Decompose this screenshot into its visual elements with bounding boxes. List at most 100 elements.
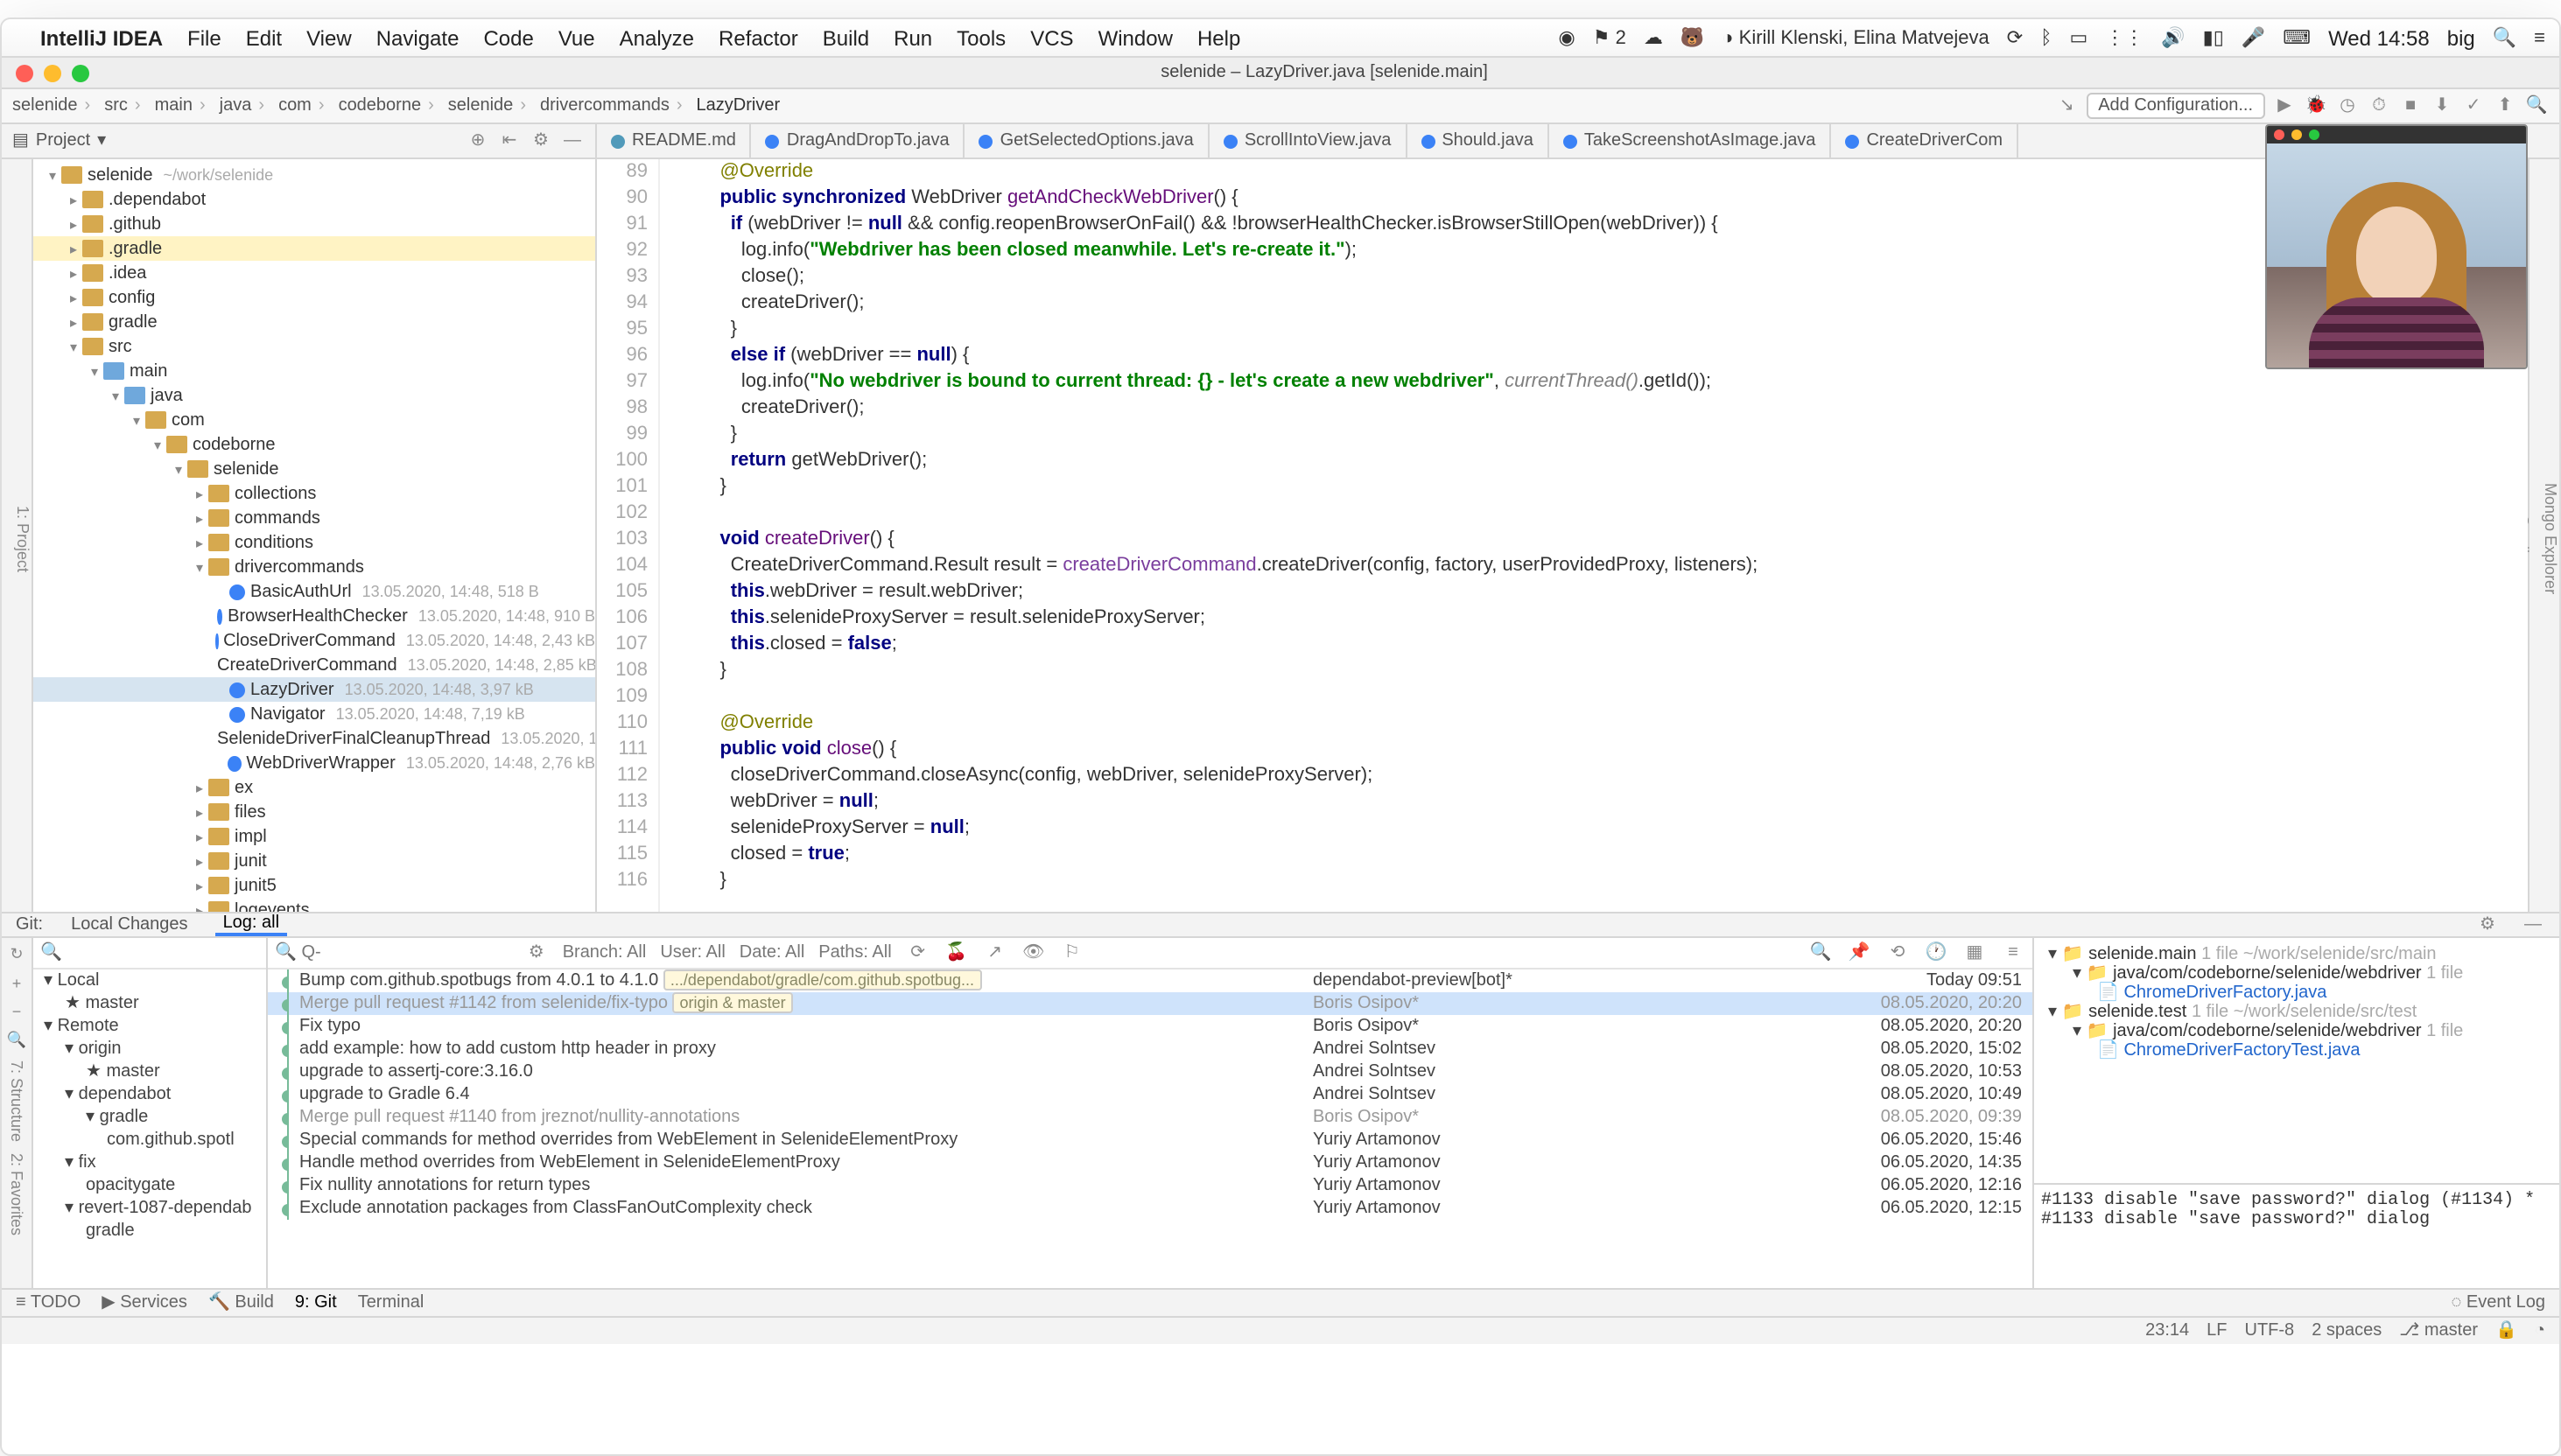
menu-window[interactable]: Window [1098,25,1173,50]
git-tab[interactable]: Local Changes [64,915,194,934]
clock-icon[interactable]: 🕐 [1924,941,1948,965]
tool-tab[interactable]: 🔨 Build [208,1293,274,1312]
branches-pane[interactable]: 🔍 ▾ Local★ master▾ Remote▾ origin★ maste… [33,938,268,1288]
bluetooth-icon[interactable]: ᛒ [2040,27,2052,48]
tree-item[interactable]: BrowserHealthChecker13.05.2020, 14:48, 9… [33,604,595,628]
menu-edit[interactable]: Edit [246,25,282,50]
chevron-icon[interactable]: ▾ [86,363,103,379]
grid-icon[interactable]: ▦ [1962,941,1987,965]
project-pane-header[interactable]: ▤Project▾ ⊕ ⇤ ⚙ — [2,124,597,158]
chevron-icon[interactable]: ▸ [191,510,208,526]
tree-item[interactable]: ▸.dependabot [33,187,595,212]
tree-item[interactable]: CreateDriverCommand13.05.2020, 14:48, 2,… [33,653,595,677]
volume-icon[interactable]: 🔊 [2161,26,2185,49]
search-icon[interactable]: 🔍 [2524,94,2549,118]
branch-item[interactable]: ★ master [33,992,266,1015]
breadcrumb-item[interactable]: selenide [12,96,97,116]
change-item[interactable]: 📄 ChromeDriverFactory.java [2041,984,2552,1003]
breadcrumb-item[interactable]: codeborne [339,96,441,116]
commit-log[interactable]: 🔍 Q- ⚙ Branch: All User: All Date: All P… [268,938,2034,1288]
run-config-dropdown[interactable]: Add Configuration... [2086,93,2265,119]
inspector-icon[interactable]: ◔ [2535,1321,2545,1340]
chevron-icon[interactable]: ▸ [65,216,82,232]
filter-user[interactable]: User: All [660,943,725,962]
tree-item[interactable]: ▸junit [33,849,595,873]
commit-row[interactable]: Merge pull request #1140 from jreznot/nu… [268,1106,2032,1129]
shield-icon[interactable]: ◉ [1559,26,1575,49]
build-hammer-icon[interactable]: ↘ [2054,94,2079,118]
branch-item[interactable]: ▾ dependabot [33,1083,266,1106]
encoding[interactable]: UTF-8 [2245,1321,2295,1340]
commit-row[interactable]: Special commands for method overrides fr… [268,1129,2032,1152]
structure-tab[interactable]: 7: Structure [8,1060,25,1142]
breadcrumb-item[interactable]: java [220,96,271,116]
tree-item[interactable]: Navigator13.05.2020, 14:48, 7,19 kB [33,702,595,726]
change-item[interactable]: 📄 ChromeDriverFactoryTest.java [2041,1041,2552,1060]
tree-item[interactable]: ▸gradle [33,310,595,334]
tree-item[interactable]: BasicAuthUrl13.05.2020, 14:48, 518 B [33,579,595,604]
branch-item[interactable]: ▾ revert-1087-dependab [33,1197,266,1220]
project-tab[interactable]: 1: Project [14,506,32,572]
commit-row[interactable]: Fix typo Boris Osipov* 08.05.2020, 20:20 [268,1015,2032,1038]
breadcrumb-item[interactable]: com [278,96,332,116]
menu-code[interactable]: Code [483,25,533,50]
chevron-icon[interactable]: ▸ [191,780,208,795]
gear-icon[interactable]: ⚙ [2475,913,2500,937]
tree-item[interactable]: ▸logevents [33,898,595,912]
branch-item[interactable]: ▾ gradle [33,1106,266,1129]
spotlight-icon[interactable]: 🔍 [2493,26,2516,49]
favorites-tab[interactable]: 2: Favorites [8,1152,25,1235]
filter-paths[interactable]: Paths: All [818,943,891,962]
tree-item[interactable]: WebDriverWrapper13.05.2020, 14:48, 2,76 … [33,751,595,775]
filter-gear-icon[interactable]: ⚙ [524,941,549,965]
bear-icon[interactable]: 🐻 [1680,26,1704,49]
git-tab[interactable]: Log: all [216,914,287,936]
pin-icon[interactable]: 📌 [1847,941,1871,965]
branch-item[interactable]: ▾ origin [33,1038,266,1060]
tree-item[interactable]: ▾src [33,334,595,359]
tree-item[interactable]: ▸.github [33,212,595,236]
chevron-icon[interactable]: ▸ [191,829,208,844]
menu-refactor[interactable]: Refactor [719,25,798,50]
cloud-icon[interactable]: ☁ [1644,26,1663,49]
tree-item[interactable]: ▸impl [33,824,595,849]
changes-pane[interactable]: ▾ 📁 selenide.main 1 file ~/work/selenide… [2034,938,2559,1288]
collapse-icon[interactable]: ⇤ [497,129,522,153]
menu-view[interactable]: View [306,25,352,50]
chevron-icon[interactable]: ▾ [107,388,124,403]
branch-item[interactable]: ▾ Local [33,970,266,992]
left-tool-gutter[interactable]: 1: Project [2,159,33,912]
commit-row[interactable]: Handle method overrides from WebElement … [268,1152,2032,1174]
tree-item[interactable]: ▸files [33,800,595,824]
menu-vue[interactable]: Vue [558,25,595,50]
chevron-icon[interactable]: ▸ [65,192,82,207]
chevron-icon[interactable]: ▸ [65,241,82,256]
change-item[interactable]: ▾ 📁 java/com/codeborne/selenide/webdrive… [2041,964,2552,984]
tree-item[interactable]: ▸conditions [33,530,595,555]
goto-icon[interactable]: ↗ [983,941,1007,965]
remove-icon[interactable]: − [12,1003,22,1020]
editor-tab[interactable]: GetSelectedOptions.java [965,124,1210,158]
chevron-icon[interactable]: ▸ [191,804,208,820]
code-editor[interactable]: 89 90 91 92 93 94 95 96 97 98 99 100 101… [597,159,2528,912]
target-icon[interactable]: ⊕ [466,129,490,153]
tree-item[interactable]: ▾java [33,383,595,408]
run-icon[interactable]: ▶ [2272,94,2297,118]
tree-item[interactable]: SelenideDriverFinalCleanupThread13.05.20… [33,726,595,751]
filter-branch[interactable]: Branch: All [563,943,647,962]
history-icon[interactable]: ⟲ [1885,941,1910,965]
commit-row[interactable]: upgrade to assertj-core:3.16.0 Andrei So… [268,1060,2032,1083]
chevron-icon[interactable]: ▸ [191,878,208,893]
keyboard-icon[interactable]: ⌨ [2283,26,2311,49]
tool-tab[interactable]: ▶ Services [102,1293,187,1312]
search-icon[interactable]: 🔍 [1808,941,1833,965]
change-item[interactable]: ▾ 📁 selenide.test 1 file ~/work/selenide… [2041,1003,2552,1022]
branch-item[interactable]: ★ master [33,1060,266,1083]
tree-item[interactable]: ▸ex [33,775,595,800]
menu-analyze[interactable]: Analyze [620,25,694,50]
menu-run[interactable]: Run [894,25,932,50]
commit-row[interactable]: Fix nullity annotations for return types… [268,1174,2032,1197]
coverage-icon[interactable]: ◷ [2335,94,2360,118]
cursor-pos[interactable]: 23:14 [2145,1321,2189,1340]
git-branch[interactable]: ⎇ master [2399,1321,2478,1340]
